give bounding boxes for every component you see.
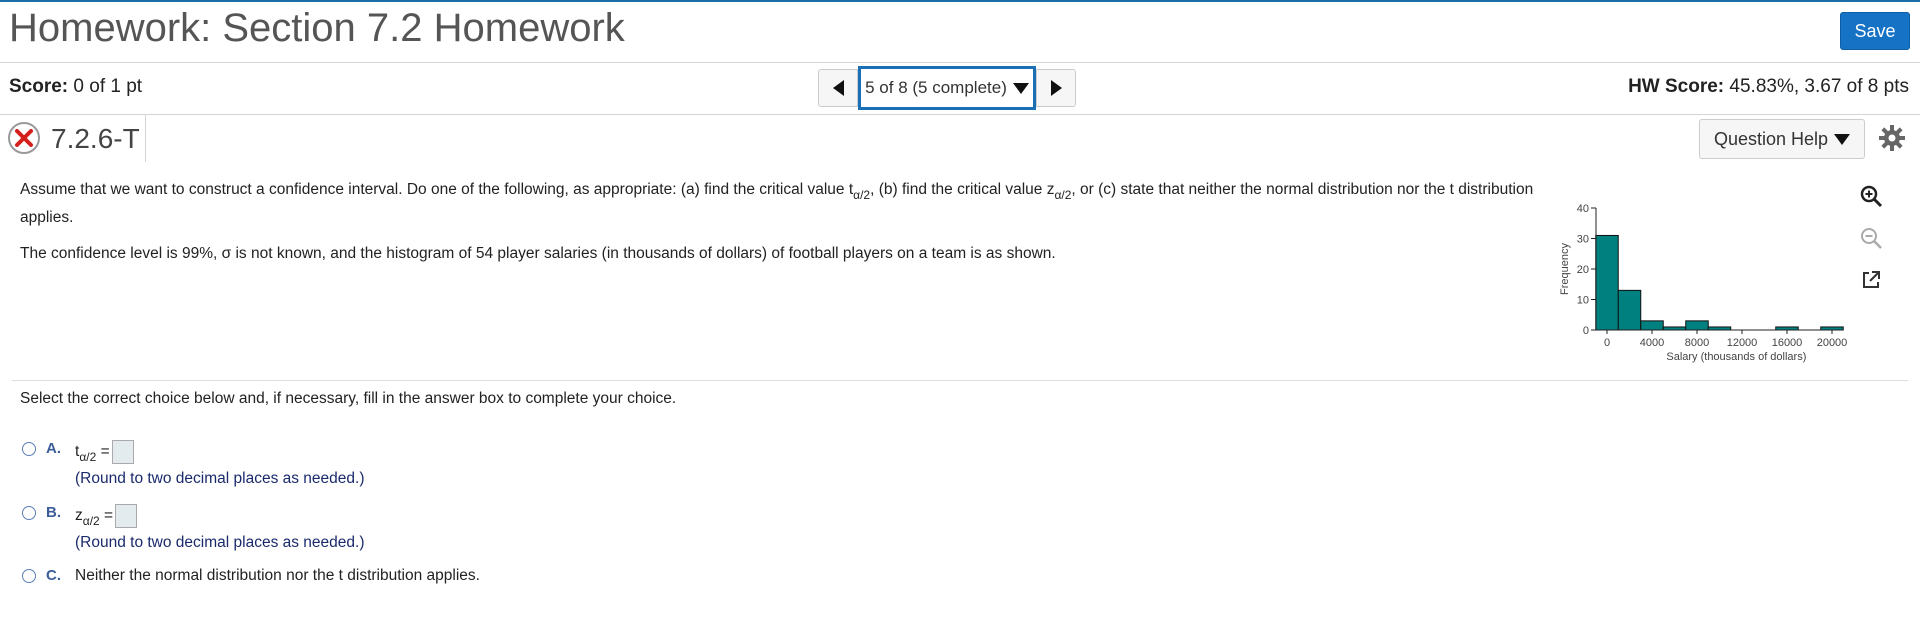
x-tick-label: 16000 [1772, 337, 1803, 349]
next-question-button[interactable] [1036, 69, 1076, 107]
question-select-dropdown[interactable]: 5 of 8 (5 complete) [858, 66, 1036, 110]
subscript-alpha-over-2: α/2 [853, 188, 871, 202]
question-text-part1: Assume that we want to construct a confi… [20, 181, 854, 198]
y-tick-label: 40 [1577, 203, 1589, 215]
subscript-alpha-over-2: α/2 [82, 514, 100, 529]
hw-score-value: 45.83%, 3.67 of 8 pts [1729, 76, 1909, 97]
x-axis-label: Salary (thousands of dollars) [1666, 351, 1806, 363]
triangle-down-icon [1834, 133, 1851, 145]
answer-box-b[interactable] [115, 504, 138, 528]
choice-letter-c: C. [46, 567, 61, 584]
zoom-in-icon[interactable] [1856, 181, 1886, 211]
choice-b-expression: zα/2 = [75, 504, 138, 529]
question-help-button[interactable]: Question Help [1699, 119, 1865, 159]
histogram-bar [1617, 289, 1642, 331]
equals-sign: = [100, 443, 110, 461]
question-text: Assume that we want to construct a confi… [20, 176, 1560, 268]
y-tick-label: 10 [1577, 295, 1589, 307]
equals-sign: = [104, 507, 114, 525]
choice-letter-b: B. [46, 504, 61, 521]
choice-c-text: Neither the normal distribution nor the … [75, 567, 480, 584]
answer-box-a[interactable] [111, 440, 134, 464]
y-tick-label: 30 [1577, 234, 1589, 246]
previous-question-button[interactable] [818, 69, 858, 107]
x-tick-label: 4000 [1640, 337, 1664, 349]
question-help-label: Question Help [1713, 128, 1829, 149]
subscript-alpha-over-2: α/2 [1054, 188, 1072, 202]
y-tick-label: 20 [1577, 264, 1589, 276]
radio-button-a[interactable] [22, 442, 36, 456]
histogram-svg: 0 10 20 30 40 0 4000 8000 12000 16000 20000 Salary … [1559, 203, 1848, 363]
choice-b-var: z [75, 507, 83, 525]
triangle-right-icon [1050, 80, 1062, 96]
hw-score-label: HW Score: [1628, 76, 1725, 97]
radio-button-c[interactable] [22, 569, 36, 583]
choice-a-note: (Round to two decimal places as needed.) [75, 470, 365, 487]
instruction-text: Select the correct choice below and, if … [20, 390, 677, 407]
zoom-out-icon[interactable] [1856, 223, 1886, 253]
triangle-down-icon [1012, 82, 1029, 94]
y-tick-label: 0 [1583, 325, 1589, 337]
score-label: Score: [9, 76, 69, 97]
histogram-bar [1685, 320, 1709, 331]
question-paragraph-1: Assume that we want to construct a confi… [20, 176, 1560, 232]
divider [12, 380, 1908, 381]
y-axis-label: Frequency [1559, 243, 1571, 295]
salary-histogram: 0 10 20 30 40 0 4000 8000 12000 16000 20000 Salary … [1540, 190, 1860, 375]
question-select-value: 5 of 8 (5 complete) [865, 78, 1007, 97]
x-tick-label: 8000 [1685, 337, 1709, 349]
question-id: 7.2.6-T [51, 123, 140, 154]
top-accent-line [0, 0, 1920, 2]
choice-letter-a: A. [46, 440, 61, 457]
question-paragraph-2: The confidence level is 99%, σ is not kn… [20, 245, 1056, 262]
question-text-part2: , (b) find the critical value z [870, 181, 1055, 198]
divider [0, 62, 1920, 63]
x-tick-label: 12000 [1727, 337, 1758, 349]
score-value: 0 of 1 pt [73, 76, 143, 97]
radio-button-b[interactable] [22, 506, 36, 520]
question-id-cell: 7.2.6-T [0, 115, 146, 162]
save-button[interactable]: Save [1840, 12, 1910, 50]
histogram-bar [1595, 234, 1619, 331]
x-tick-label: 20000 [1817, 337, 1848, 349]
x-circle-icon [8, 122, 40, 154]
choice-a-expression: tα/2 = [75, 440, 134, 464]
x-tick-label: 0 [1604, 337, 1610, 349]
question-navigator: 5 of 8 (5 complete) [818, 66, 1076, 110]
page-title: Homework: Section 7.2 Homework [9, 6, 625, 50]
histogram-bar [1640, 320, 1664, 331]
popout-icon[interactable] [1856, 265, 1886, 295]
hw-score-display: HW Score: 45.83%, 3.67 of 8 pts [1628, 76, 1909, 98]
score-display: Score: 0 of 1 pt [9, 76, 142, 98]
triangle-left-icon [832, 80, 844, 96]
choice-b-note: (Round to two decimal places as needed.) [75, 534, 365, 551]
divider [0, 114, 1920, 115]
gear-icon[interactable] [1878, 124, 1906, 152]
subscript-alpha-over-2: α/2 [79, 450, 97, 465]
